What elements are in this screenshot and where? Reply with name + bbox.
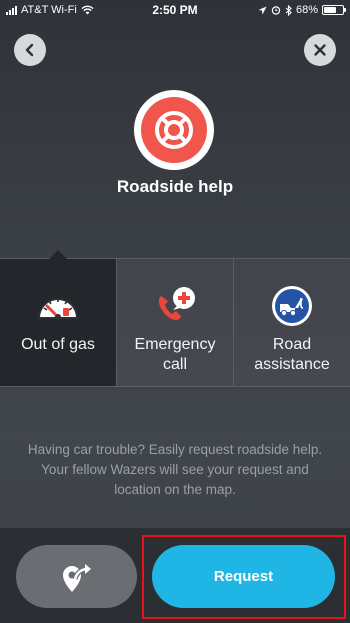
- roadside-help-badge: [134, 90, 214, 170]
- option-label: Out of gas: [21, 336, 95, 353]
- share-location-icon: [62, 563, 91, 592]
- option-label: Road assistance: [254, 336, 330, 373]
- option-out-of-gas[interactable]: Out of gas: [0, 250, 117, 386]
- back-button[interactable]: [14, 34, 46, 66]
- fuel-gauge-icon: [35, 283, 81, 329]
- status-left: AT&T Wi-Fi: [6, 4, 126, 16]
- option-road-assistance[interactable]: Road assistance: [234, 259, 350, 386]
- status-bar: AT&T Wi-Fi 2:50 PM 68%: [0, 0, 350, 20]
- alarm-icon: [271, 6, 281, 15]
- option-label: Emergency call: [134, 336, 216, 373]
- carrier-label: AT&T Wi-Fi: [21, 4, 77, 16]
- close-icon: [314, 44, 326, 56]
- close-button[interactable]: [304, 34, 336, 66]
- tow-truck-icon: [269, 283, 315, 329]
- request-button[interactable]: Request: [152, 545, 335, 608]
- help-options: Out of gas Emergency call Road assistanc…: [0, 250, 350, 387]
- battery-icon: [322, 5, 346, 15]
- chevron-left-icon: [25, 43, 34, 57]
- status-right: 68%: [258, 4, 346, 16]
- emergency-phone-icon: [152, 283, 198, 329]
- bluetooth-icon: [285, 4, 292, 16]
- battery-level: [324, 7, 337, 13]
- page-title: Roadside help: [116, 177, 234, 196]
- location-arrow-icon: [258, 6, 267, 14]
- hero-inner-circle: [141, 97, 207, 163]
- signal-icon: [6, 5, 17, 15]
- battery-percent: 68%: [295, 4, 318, 16]
- wifi-icon: [81, 5, 94, 15]
- share-location-button[interactable]: [16, 545, 137, 608]
- option-emergency-call[interactable]: Emergency call: [117, 259, 234, 386]
- help-description: Having car trouble? Easily request roads…: [27, 442, 323, 497]
- lifebuoy-icon: [155, 111, 193, 149]
